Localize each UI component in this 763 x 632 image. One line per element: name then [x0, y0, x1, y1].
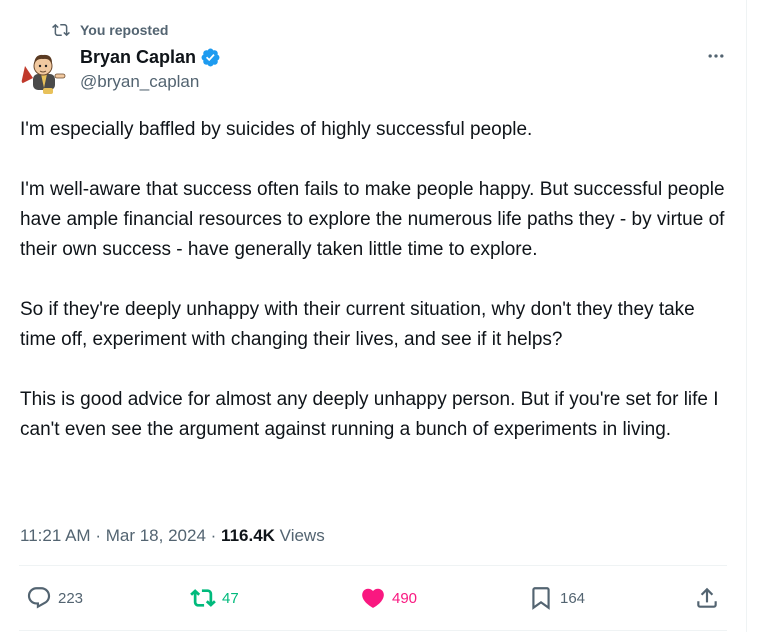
- like-count: 490: [392, 589, 418, 607]
- share-button[interactable]: [694, 583, 720, 613]
- verified-badge-icon[interactable]: [200, 47, 221, 68]
- repost-button[interactable]: 47: [190, 583, 239, 613]
- tweet-paragraph: I'm well-aware that success often fails …: [20, 179, 725, 260]
- heart-icon: [362, 588, 384, 608]
- tweet-paragraph: I'm especially baffled by suicides of hi…: [20, 119, 533, 140]
- tweet-meta: 11:21 AM · Mar 18, 2024 · 116.4K Views: [20, 524, 325, 548]
- reply-button[interactable]: 223: [26, 583, 83, 613]
- repost-count: 47: [222, 589, 239, 607]
- cartoon-superhero-avatar: [21, 54, 66, 94]
- repost-banner-text: You reposted: [80, 22, 169, 38]
- retweet-icon: [190, 589, 216, 607]
- tweet-text: I'm especially baffled by suicides of hi…: [20, 115, 735, 445]
- tweet-paragraph: This is good advice for almost any deepl…: [20, 389, 719, 440]
- bookmark-count: 164: [560, 589, 586, 607]
- meta-separator: ·: [210, 526, 217, 545]
- repost-banner[interactable]: You reposted: [52, 20, 168, 40]
- more-options-button[interactable]: [702, 42, 730, 70]
- bookmark-button[interactable]: 164: [528, 583, 585, 613]
- author-handle[interactable]: @bryan_caplan: [80, 72, 221, 92]
- column-border: [746, 0, 747, 632]
- bookmark-icon: [532, 587, 550, 610]
- retweet-icon: [52, 23, 70, 37]
- tweet-time[interactable]: 11:21 AM: [20, 526, 91, 545]
- more-dots-icon: [708, 54, 724, 58]
- meta-separator: ·: [95, 526, 101, 545]
- name-row: Bryan Caplan: [80, 44, 221, 70]
- author-block: Bryan Caplan @bryan_caplan: [80, 44, 221, 92]
- display-name[interactable]: Bryan Caplan: [80, 47, 196, 68]
- divider: [19, 630, 727, 631]
- tweet-date[interactable]: Mar 18, 2024: [106, 526, 206, 545]
- reply-count: 223: [58, 589, 84, 607]
- divider: [19, 565, 727, 566]
- like-button[interactable]: 490: [360, 583, 417, 613]
- tweet-paragraph: So if they're deeply unhappy with their …: [20, 299, 695, 350]
- views-label: Views: [279, 526, 325, 545]
- avatar[interactable]: [19, 44, 71, 96]
- share-icon: [697, 587, 717, 608]
- reply-icon: [27, 587, 51, 609]
- views-count[interactable]: 116.4K: [221, 526, 275, 545]
